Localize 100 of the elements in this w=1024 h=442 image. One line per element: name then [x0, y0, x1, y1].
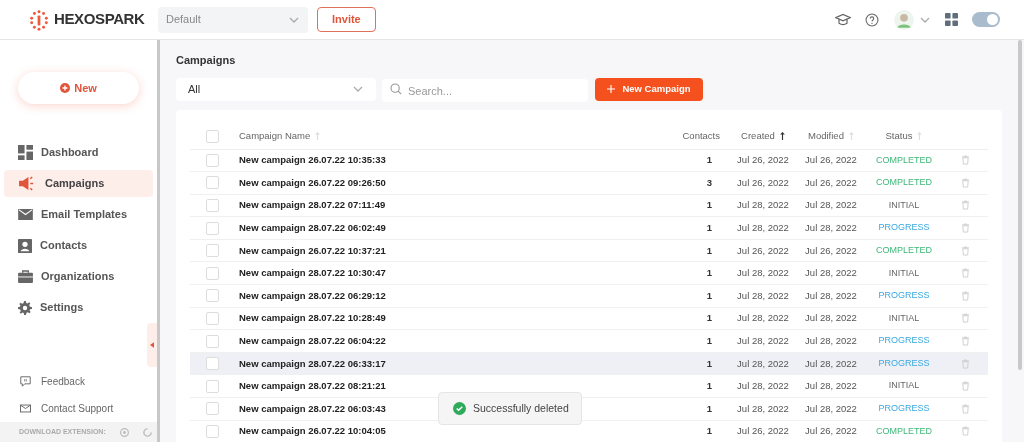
dashboard-icon	[18, 145, 33, 160]
status-label: PROGRESS	[877, 402, 931, 416]
table-cell-text: Jul 28, 2022	[804, 288, 858, 303]
sidebar-item[interactable]: Dashboard	[4, 139, 153, 166]
table-cell-text: Jul 28, 2022	[804, 333, 858, 348]
campaign-name[interactable]: New campaign 28.07.22 06:04:22	[239, 333, 386, 349]
trash-icon[interactable]	[960, 313, 970, 324]
search-field[interactable]: Search...	[382, 79, 588, 102]
trash-icon[interactable]	[960, 200, 970, 211]
sidebar-item[interactable]: Email Templates	[4, 201, 153, 228]
campaign-name[interactable]: New campaign 28.07.22 08:21:21	[239, 379, 386, 394]
table-cell-text: 1	[705, 311, 713, 326]
toggle-switch[interactable]	[972, 12, 1000, 27]
plus-icon	[607, 85, 616, 93]
table-row[interactable]: New campaign 28.07.22 06:33:17 1 Jul 28, 2022 Jul 28, 2022 PROGRESS	[190, 352, 988, 376]
trash-icon[interactable]	[960, 223, 970, 234]
table-cell-text: 1	[705, 266, 713, 281]
row-checkbox[interactable]	[206, 402, 219, 416]
trash-icon[interactable]	[960, 177, 970, 188]
sidebar-item[interactable]: Settings	[4, 294, 153, 321]
help-icon[interactable]	[865, 12, 879, 27]
status-label: PROGRESS	[877, 356, 931, 370]
trash-icon[interactable]	[960, 268, 970, 279]
sidebar-item[interactable]: Campaigns	[4, 170, 153, 197]
trash-icon[interactable]	[960, 245, 970, 256]
table-cell-text: Jul 28, 2022	[804, 379, 858, 394]
footer-link[interactable]: Feedback	[0, 368, 157, 395]
campaign-name[interactable]: New campaign 28.07.22 06:02:49	[239, 220, 386, 236]
column-header[interactable]: Campaign Name	[239, 128, 311, 144]
table-cell-text: Jul 26, 2022	[804, 175, 858, 190]
table-cell-text: 1	[705, 401, 713, 416]
status-label: COMPLETED	[875, 153, 933, 167]
logo-icon	[28, 8, 50, 31]
collapse-handle[interactable]	[147, 323, 157, 367]
row-checkbox[interactable]	[206, 129, 219, 143]
trash-icon[interactable]	[960, 290, 970, 301]
filter-select[interactable]: All	[176, 77, 376, 101]
row-checkbox[interactable]	[206, 244, 219, 258]
trash-icon[interactable]	[960, 336, 970, 347]
collapse-arrow-icon	[150, 342, 154, 348]
apps-grid-icon[interactable]	[945, 13, 958, 26]
status-label: PROGRESS	[877, 334, 931, 348]
footer-link[interactable]: Contact Support	[0, 395, 157, 422]
trash-icon[interactable]	[960, 358, 970, 369]
graduation-cap-icon[interactable]	[835, 11, 851, 28]
campaign-name[interactable]: New campaign 28.07.22 10:30:47	[239, 266, 386, 281]
scrollbar[interactable]	[1018, 40, 1022, 370]
page-title: Campaigns	[176, 53, 237, 68]
campaign-name[interactable]: New campaign 26.07.22 10:35:33	[239, 153, 386, 168]
campaign-name[interactable]: New campaign 26.07.22 09:26:50	[239, 175, 386, 190]
row-checkbox[interactable]	[206, 266, 219, 280]
row-checkbox[interactable]	[206, 153, 219, 167]
row-checkbox[interactable]	[206, 289, 219, 303]
campaign-name[interactable]: New campaign 26.07.22 10:04:05	[239, 424, 386, 439]
column-header[interactable]: Created	[741, 128, 775, 144]
campaign-name[interactable]: New campaign 28.07.22 10:28:49	[239, 311, 386, 326]
avatar-icon[interactable]	[893, 8, 915, 31]
campaign-name[interactable]: New campaign 28.07.22 07:11:49	[239, 198, 386, 213]
table-cell-text: 1	[705, 288, 713, 303]
invite-button[interactable]: Invite	[317, 7, 376, 32]
row-checkbox[interactable]	[206, 176, 219, 190]
table-cell-text: Jul 26, 2022	[736, 424, 790, 439]
sidebar-item[interactable]: Organizations	[4, 263, 153, 290]
row-checkbox[interactable]	[206, 311, 219, 325]
campaign-name[interactable]: New campaign 26.07.22 10:37:21	[239, 243, 386, 258]
row-checkbox[interactable]	[206, 334, 219, 348]
plus-circle-icon	[60, 83, 71, 93]
row-checkbox[interactable]	[206, 379, 219, 393]
status-label: COMPLETED	[875, 243, 933, 257]
settings-icon	[18, 300, 32, 315]
browser-icon[interactable]	[119, 427, 129, 437]
briefcase-icon	[18, 270, 33, 283]
trash-icon[interactable]	[960, 403, 970, 414]
table-cell-text: 1	[705, 153, 713, 168]
trash-icon[interactable]	[960, 155, 970, 166]
envelope-icon	[20, 404, 31, 413]
row-checkbox[interactable]	[206, 357, 219, 371]
browser-icon[interactable]	[142, 427, 152, 437]
column-header[interactable]: Contacts	[682, 128, 720, 144]
table-cell-text: Jul 26, 2022	[736, 175, 790, 190]
table-cell-text: Jul 26, 2022	[804, 153, 858, 168]
toast-notification: Successfully deleted	[438, 392, 582, 425]
column-header[interactable]: Modified	[808, 128, 844, 144]
new-button[interactable]: New	[18, 72, 139, 104]
sort-arrow-icon[interactable]	[779, 132, 785, 140]
column-header[interactable]: Status	[885, 128, 913, 144]
row-checkbox[interactable]	[206, 199, 219, 212]
sidebar-item[interactable]: Contacts	[4, 232, 153, 259]
row-checkbox[interactable]	[206, 424, 219, 438]
trash-icon[interactable]	[960, 381, 970, 392]
table-cell-text: 3	[705, 175, 713, 190]
brand-name: HEXOSPARK	[54, 9, 145, 30]
table-cell-text: 1	[705, 220, 713, 235]
campaign-name[interactable]: New campaign 28.07.22 06:03:43	[239, 401, 386, 416]
trash-icon[interactable]	[960, 426, 970, 437]
campaign-name[interactable]: New campaign 28.07.22 06:29:12	[239, 288, 386, 303]
row-checkbox[interactable]	[206, 221, 219, 235]
status-label: INITIAL	[887, 379, 921, 393]
table-cell-text: Jul 28, 2022	[804, 356, 858, 371]
campaign-name[interactable]: New campaign 28.07.22 06:33:17	[239, 356, 386, 371]
